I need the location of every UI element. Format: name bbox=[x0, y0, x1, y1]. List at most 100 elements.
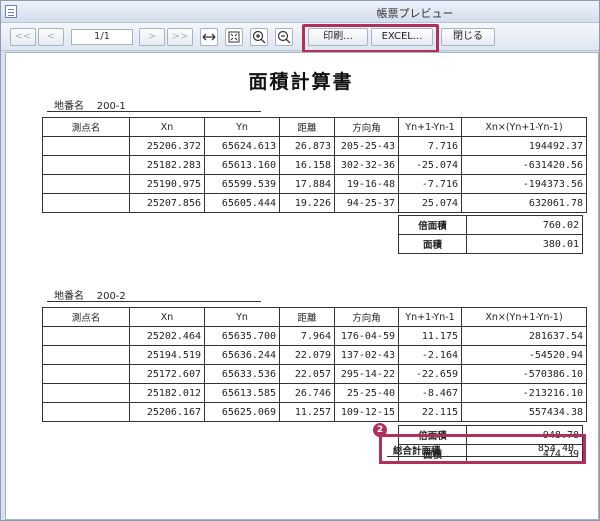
lot2-rows: 25202.464 65635.700 7.964 176-04-59 11.175 28… bbox=[42, 326, 587, 422]
table-cell: -54520.94 bbox=[461, 345, 587, 365]
table-cell: 109-12-15 bbox=[334, 402, 399, 422]
table-cell: 25194.519 bbox=[129, 345, 205, 365]
table-cell: 25202.464 bbox=[129, 326, 205, 346]
table-cell: 176-04-59 bbox=[334, 326, 399, 346]
preview-window: 帳票プレビュー << < 1/1 > >> 印刷... EXCEL... 閉じる… bbox=[0, 0, 600, 521]
table-cell: 295-14-22 bbox=[334, 364, 399, 384]
table-cell bbox=[42, 136, 130, 156]
table-cell: 19-16-48 bbox=[334, 174, 399, 194]
total-area-highlight: 総合計面積 854.40 bbox=[379, 434, 586, 464]
prev-page-button[interactable]: < bbox=[38, 28, 64, 46]
table-cell: 7.964 bbox=[279, 326, 335, 346]
table-cell: 11.257 bbox=[279, 402, 335, 422]
fit-page-icon[interactable] bbox=[225, 28, 243, 46]
table-cell: 25190.975 bbox=[129, 174, 205, 194]
table-cell: 25-25-40 bbox=[334, 383, 399, 403]
table-row: 25207.856 65605.444 19.226 94-25-37 25.074 63… bbox=[42, 193, 587, 213]
table-row: 25194.519 65636.244 22.079 137-02-43 -2.164-… bbox=[42, 345, 587, 365]
lot-underline bbox=[47, 111, 261, 112]
table-cell: 25207.856 bbox=[129, 193, 205, 213]
column-header: 距離 bbox=[279, 307, 335, 327]
lot1-rows: 25206.372 65624.613 26.873 205-25-43 7.716 19… bbox=[42, 136, 587, 213]
lot-heading: 地番名 200-2 bbox=[54, 287, 126, 302]
column-header: Xn bbox=[129, 117, 205, 137]
fit-width-icon[interactable] bbox=[200, 28, 218, 46]
table-cell: 65633.536 bbox=[204, 364, 280, 384]
table-cell: 25206.167 bbox=[129, 402, 205, 422]
table-cell: 94-25-37 bbox=[334, 193, 399, 213]
table-cell bbox=[42, 326, 130, 346]
survey-table: 測点名 Xn Yn 距離 方向角 Yn+1-Yn-1 Xn×(Yn+1-Yn-1… bbox=[42, 307, 587, 422]
total-area-row: 総合計面積 854.40 bbox=[387, 441, 578, 457]
column-header: 距離 bbox=[279, 117, 335, 137]
column-header: Yn bbox=[204, 307, 280, 327]
title-bar: 帳票プレビュー bbox=[1, 1, 599, 23]
table-cell: 25.074 bbox=[398, 193, 462, 213]
table-cell: 557434.38 bbox=[461, 402, 587, 422]
table-cell: 194492.37 bbox=[461, 136, 587, 156]
column-header: Xn bbox=[129, 307, 205, 327]
table-cell bbox=[42, 174, 130, 194]
table-cell bbox=[42, 155, 130, 175]
table-cell: -194373.56 bbox=[461, 174, 587, 194]
table-cell: 22.079 bbox=[279, 345, 335, 365]
lot-underline bbox=[47, 301, 261, 302]
table-cell: 281637.54 bbox=[461, 326, 587, 346]
table-cell: 65625.069 bbox=[204, 402, 280, 422]
table-cell: -8.467 bbox=[398, 383, 462, 403]
table-cell bbox=[42, 345, 130, 365]
table-row: 25182.283 65613.160 16.158 302-32-36 -25.074… bbox=[42, 155, 587, 175]
table-cell: 26.746 bbox=[279, 383, 335, 403]
document-title: 面積計算書 bbox=[248, 71, 354, 93]
last-page-button[interactable]: >> bbox=[167, 28, 193, 46]
table-cell: 22.057 bbox=[279, 364, 335, 384]
double-area-value: 760.02 bbox=[466, 215, 583, 235]
table-cell bbox=[42, 193, 130, 213]
table-cell: -7.716 bbox=[398, 174, 462, 194]
table-cell: 25182.012 bbox=[129, 383, 205, 403]
table-cell bbox=[42, 364, 130, 384]
table-cell: 65636.244 bbox=[204, 345, 280, 365]
column-header: 測点名 bbox=[42, 307, 130, 327]
close-button[interactable]: 閉じる bbox=[441, 28, 495, 46]
table-row: 25202.464 65635.700 7.964 176-04-59 11.175 28… bbox=[42, 326, 587, 346]
zoom-in-icon[interactable] bbox=[250, 28, 268, 46]
table-cell: 7.716 bbox=[398, 136, 462, 156]
first-page-button[interactable]: << bbox=[10, 28, 36, 46]
table-cell: -25.074 bbox=[398, 155, 462, 175]
table-cell bbox=[42, 402, 130, 422]
zoom-out-icon[interactable] bbox=[275, 28, 293, 46]
table-cell: 26.873 bbox=[279, 136, 335, 156]
total-area-value: 854.40 bbox=[537, 443, 574, 454]
column-header: Yn+1-Yn-1 bbox=[398, 307, 462, 327]
column-header: Xn×(Yn+1-Yn-1) bbox=[461, 307, 587, 327]
toolbar: << < 1/1 > >> 印刷... EXCEL... 閉じる bbox=[1, 23, 599, 51]
table-cell: -213216.10 bbox=[461, 383, 587, 403]
next-page-button[interactable]: > bbox=[139, 28, 165, 46]
column-header: Xn×(Yn+1-Yn-1) bbox=[461, 117, 587, 137]
table-cell: 302-32-36 bbox=[334, 155, 399, 175]
table-cell: 16.158 bbox=[279, 155, 335, 175]
area-label: 面積 bbox=[398, 234, 467, 254]
table-cell: -631420.56 bbox=[461, 155, 587, 175]
table-cell: 205-25-43 bbox=[334, 136, 399, 156]
table-cell: 11.175 bbox=[398, 326, 462, 346]
page-indicator: 1/1 bbox=[71, 29, 133, 45]
toolbar-highlight bbox=[302, 24, 439, 53]
column-header: Yn bbox=[204, 117, 280, 137]
table-cell: 65635.700 bbox=[204, 326, 280, 346]
survey-table: 測点名 Xn Yn 距離 方向角 Yn+1-Yn-1 Xn×(Yn+1-Yn-1… bbox=[42, 117, 587, 213]
table-row: 25190.975 65599.539 17.884 19-16-48 -7.716 -1… bbox=[42, 174, 587, 194]
table-cell: 65613.585 bbox=[204, 383, 280, 403]
table-cell: 65605.444 bbox=[204, 193, 280, 213]
column-header: 測点名 bbox=[42, 117, 130, 137]
table-cell: 65624.613 bbox=[204, 136, 280, 156]
table-cell: 19.226 bbox=[279, 193, 335, 213]
total-area-label: 総合計面積 bbox=[393, 446, 441, 457]
lot-summary: 倍面積 760.02 面積 380.01 bbox=[398, 215, 583, 254]
window-title: 帳票プレビュー bbox=[376, 7, 454, 20]
table-cell: 632061.78 bbox=[461, 193, 587, 213]
summary-row: 倍面積 760.02 bbox=[398, 215, 583, 235]
table-cell: 65599.539 bbox=[204, 174, 280, 194]
table-cell bbox=[42, 383, 130, 403]
